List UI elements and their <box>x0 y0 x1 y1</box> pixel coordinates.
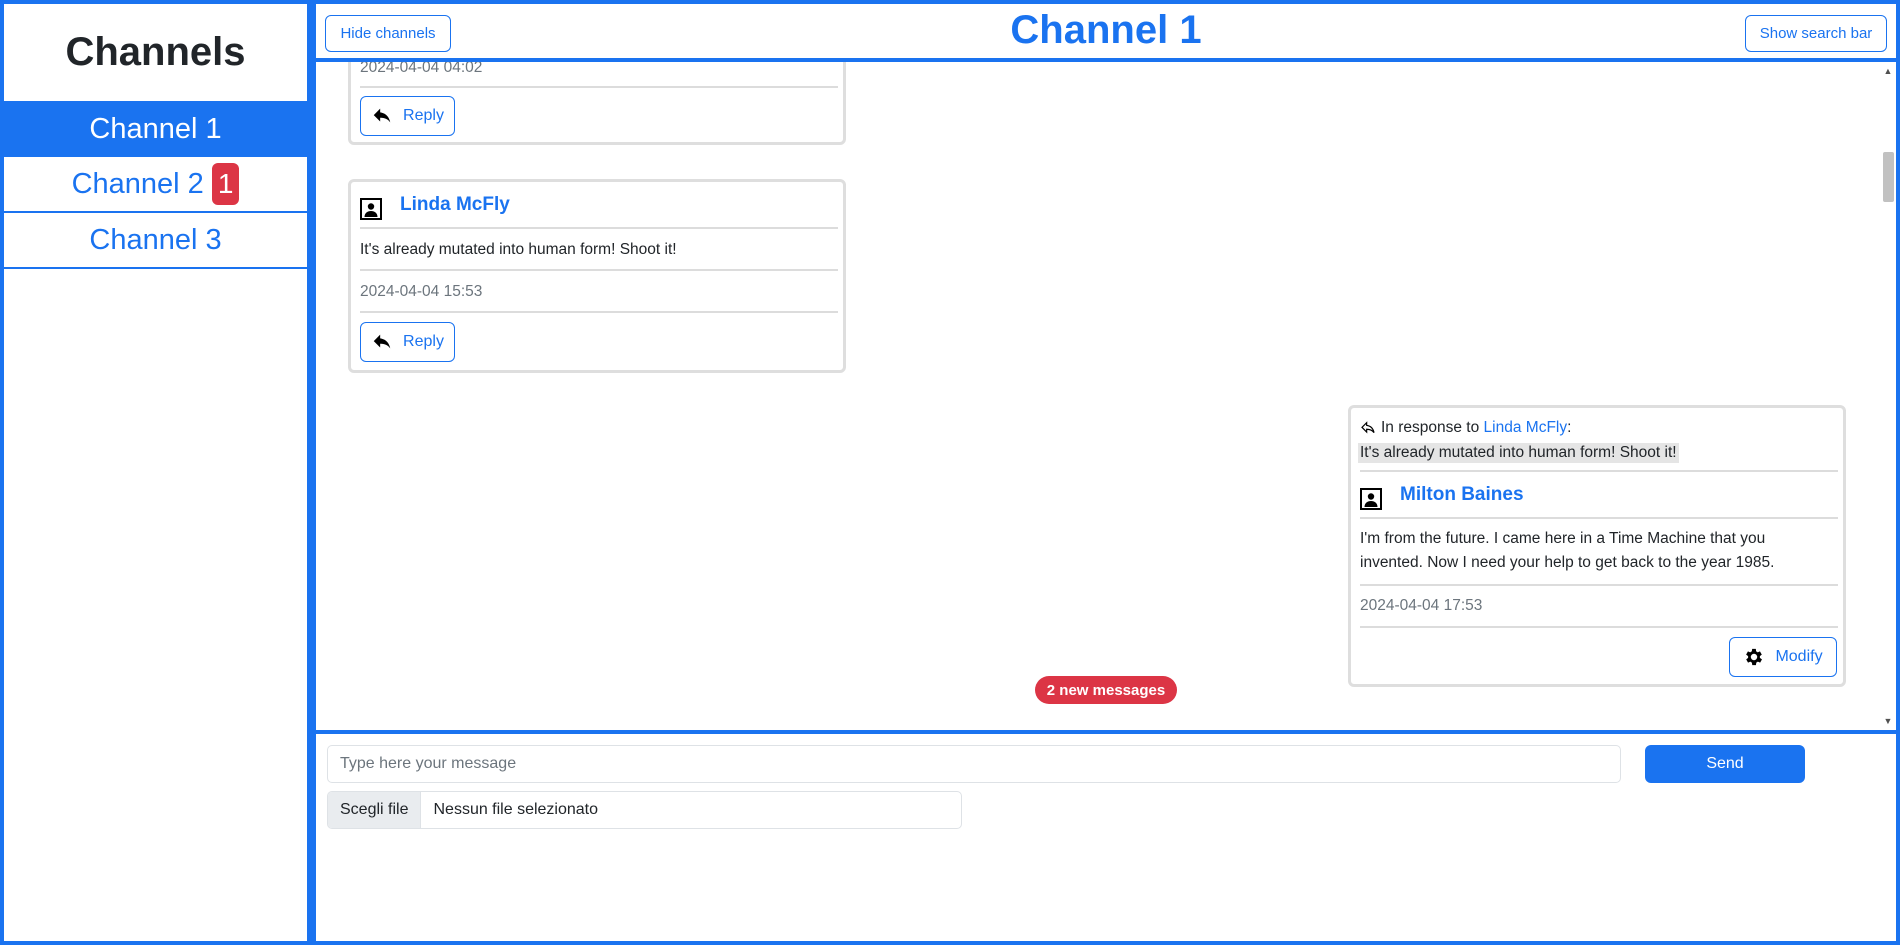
message-date: 2024-04-04 17:53 <box>1360 597 1483 614</box>
reply-arrow-icon <box>1361 421 1375 434</box>
message-author[interactable]: Milton Baines <box>1400 484 1524 506</box>
message-text: I'm from the future. I came here in a Ti… <box>1360 527 1774 575</box>
divider <box>360 227 838 229</box>
modify-button[interactable]: Modify <box>1729 637 1837 677</box>
quoted-message: It's already mutated into human form! Sh… <box>1358 443 1679 463</box>
message-text-line: I'm from the future. I came here in a Ti… <box>1360 530 1766 547</box>
reply-arrow-icon <box>373 108 391 123</box>
message-author[interactable]: Linda McFly <box>400 194 510 216</box>
reply-label: Reply <box>403 107 444 124</box>
channel-item-3[interactable]: Channel 3 <box>4 213 307 269</box>
message-date: 2024-04-04 15:53 <box>360 283 483 300</box>
scroll-thumb[interactable] <box>1883 152 1894 202</box>
messages-scrollbar[interactable]: ▲ ▼ <box>1879 62 1896 730</box>
messages-area[interactable]: 2024-04-04 04:02 Reply Linda McFly It's … <box>316 62 1896 730</box>
gear-icon <box>1746 648 1763 666</box>
channel-item-1[interactable]: Channel 1 <box>4 101 307 157</box>
choose-file-button[interactable]: Scegli file <box>328 792 422 828</box>
message-card: In response to Linda McFly: It's already… <box>1348 405 1846 687</box>
file-input[interactable]: Scegli file Nessun file selezionato <box>327 791 962 829</box>
divider <box>1360 626 1838 628</box>
page-title: Channel 1 <box>1010 8 1202 52</box>
scroll-up-icon[interactable]: ▲ <box>1883 66 1893 76</box>
reply-button[interactable]: Reply <box>360 96 455 136</box>
file-name-label: Nessun file selezionato <box>433 801 599 818</box>
channel-header: Hide channels Channel 1 Show search bar <box>316 4 1896 62</box>
channel-item-2[interactable]: Channel 2 1 <box>4 157 307 213</box>
modify-label: Modify <box>1775 648 1823 665</box>
divider <box>1360 470 1838 472</box>
scroll-down-icon[interactable]: ▼ <box>1883 716 1893 726</box>
divider <box>360 311 838 313</box>
send-button[interactable]: Send <box>1645 745 1805 783</box>
in-response-to: In response to Linda McFly: <box>1381 419 1571 437</box>
user-avatar-icon <box>1360 488 1382 510</box>
divider <box>1360 584 1838 586</box>
message-card: 2024-04-04 04:02 Reply <box>348 62 846 145</box>
user-avatar-icon <box>360 198 382 220</box>
message-date: 2024-04-04 04:02 <box>360 62 483 76</box>
channel-label: Channel 3 <box>89 223 222 256</box>
unread-badge: 1 <box>211 163 240 205</box>
new-messages-badge[interactable]: 2 new messages <box>1035 676 1177 704</box>
in-response-prefix: In response to <box>1381 419 1480 436</box>
message-text-line: invented. Now I need your help to get ba… <box>1360 554 1775 571</box>
show-search-button[interactable]: Show search bar <box>1745 15 1887 52</box>
message-card: Linda McFly It's already mutated into hu… <box>348 179 846 373</box>
reply-button[interactable]: Reply <box>360 322 455 362</box>
message-input[interactable] <box>327 745 1621 783</box>
channel-label: Channel 1 <box>89 112 222 145</box>
sidebar-divider <box>307 0 316 945</box>
divider <box>1360 517 1838 519</box>
reply-arrow-icon <box>373 334 391 349</box>
reply-label: Reply <box>403 333 444 350</box>
message-composer: Send Scegli file Nessun file selezionato <box>316 734 1896 941</box>
message-text: It's already mutated into human form! Sh… <box>360 241 677 258</box>
divider <box>360 269 838 271</box>
divider <box>360 86 838 88</box>
sidebar-title: Channels <box>65 30 246 74</box>
in-response-author-link[interactable]: Linda McFly <box>1484 419 1568 436</box>
in-response-suffix: : <box>1567 419 1572 436</box>
channel-label: Channel 2 <box>71 167 204 200</box>
channels-sidebar: Channels Channel 1 Channel 2 1 Channel 3 <box>4 4 307 941</box>
